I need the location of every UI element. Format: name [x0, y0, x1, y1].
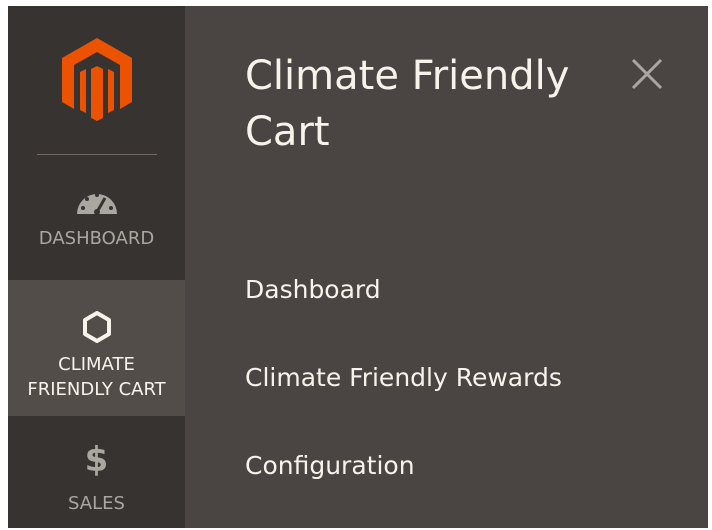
submenu-item-climate-friendly-rewards[interactable]: Climate Friendly Rewards — [245, 360, 562, 396]
sidebar-item-sales[interactable]: $ SALES — [8, 426, 185, 528]
sidebar-item-label: DASHBOARD — [38, 228, 155, 249]
sidebar-divider — [37, 154, 157, 155]
sidebar-item-label: CLIMATE FRIENDLY CART — [27, 354, 166, 400]
submenu-item-configuration[interactable]: Configuration — [245, 448, 562, 484]
speedometer-icon — [75, 188, 119, 216]
dollar-icon: $ — [84, 440, 109, 480]
submenu-title: Climate Friendly Cart — [245, 53, 570, 155]
close-button[interactable] — [627, 54, 667, 94]
submenu-panel: Climate Friendly Cart Dashboard Climate … — [185, 6, 708, 528]
submenu-item-dashboard[interactable]: Dashboard — [245, 272, 562, 308]
sidebar-item-label: SALES — [68, 493, 125, 514]
sidebar-item-climate-friendly-cart[interactable]: CLIMATE FRIENDLY CART — [8, 280, 185, 416]
admin-sidebar: DASHBOARD CLIMATE FRIENDLY CART $ SALES — [8, 6, 185, 528]
hexagon-icon — [82, 310, 112, 344]
admin-window: DASHBOARD CLIMATE FRIENDLY CART $ SALES … — [8, 6, 708, 528]
sidebar-item-dashboard[interactable]: DASHBOARD — [8, 180, 185, 270]
magento-logo-icon[interactable] — [8, 36, 185, 126]
close-icon — [631, 58, 663, 90]
submenu-list: Dashboard Climate Friendly Rewards Confi… — [245, 272, 562, 528]
